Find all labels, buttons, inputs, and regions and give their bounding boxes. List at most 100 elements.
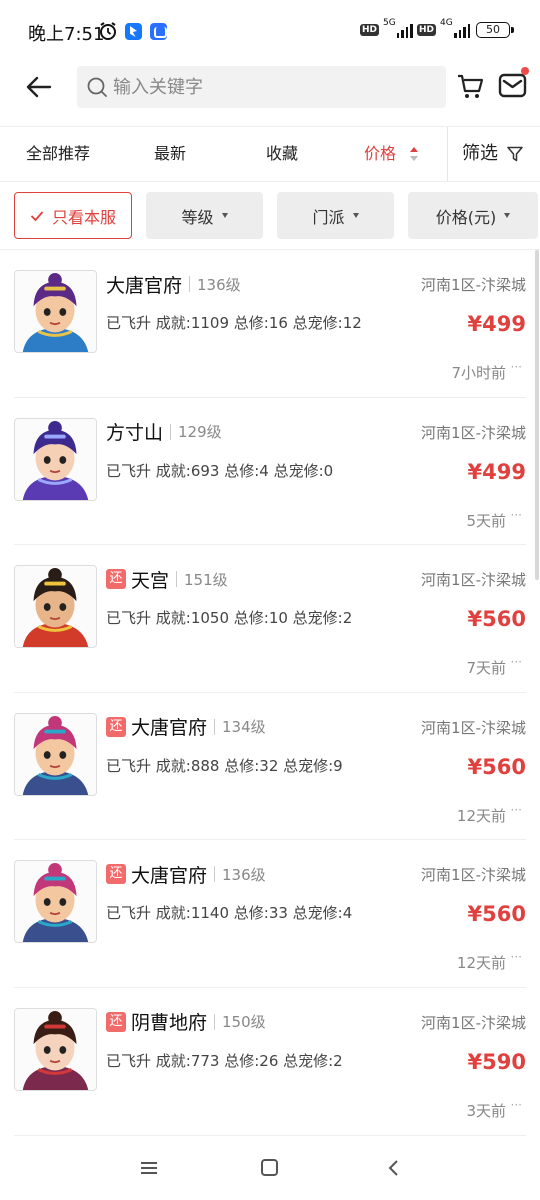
dropdown-caret-icon <box>504 213 511 218</box>
more-icon[interactable]: ··· <box>511 950 522 964</box>
more-icon[interactable]: ··· <box>511 655 522 669</box>
signal-icon: 5G <box>382 18 413 40</box>
character-avatar <box>14 270 97 353</box>
notification-dot <box>521 67 529 75</box>
listing-title: 还 大唐官府 136级 <box>106 861 266 887</box>
stats-text: 已飞升 成就:773 总修:26 总宠修:2 <box>106 1051 343 1070</box>
listing-title: 还 天宫 151级 <box>106 566 228 592</box>
signal-icon: 4G <box>440 18 470 40</box>
listed-time: 12天前 <box>456 954 506 973</box>
character-avatar <box>14 1007 97 1091</box>
sort-arrows-icon[interactable] <box>409 145 419 163</box>
level-text: 136级 <box>222 865 266 884</box>
tab-price[interactable]: 价格 <box>364 127 396 181</box>
more-icon[interactable]: ··· <box>511 1098 522 1112</box>
level-dropdown[interactable]: 等级 <box>146 192 263 239</box>
filter-button[interactable]: 筛选 <box>462 127 498 181</box>
app-notification-icon <box>125 23 142 40</box>
server-name: 河南1区-汴梁城 <box>421 718 526 737</box>
scrollbar[interactable] <box>535 250 539 580</box>
server-name: 河南1区-汴梁城 <box>421 1013 526 1032</box>
return-badge: 还 <box>106 864 126 885</box>
character-avatar <box>14 860 97 944</box>
price-dropdown-label: 价格(元) <box>435 207 497 227</box>
server-name: 河南1区-汴梁城 <box>421 423 526 442</box>
back-arrow-icon[interactable] <box>24 72 54 102</box>
level-text: 150级 <box>222 1013 266 1032</box>
tab-recommend[interactable]: 全部推荐 <box>26 127 90 181</box>
listing-item[interactable]: 还 天宫 151级 河南1区-汴梁城 已飞升 成就:1050 总修:10 总宠修… <box>14 545 526 693</box>
server-name: 河南1区-汴梁城 <box>421 571 526 590</box>
dropdown-caret-icon <box>221 213 228 218</box>
school-dropdown[interactable]: 门派 <box>277 192 394 239</box>
price: ¥560 <box>467 607 526 632</box>
level-text: 129级 <box>178 423 222 442</box>
divider <box>214 718 216 735</box>
level-text: 151级 <box>184 570 228 589</box>
price: ¥590 <box>467 1049 526 1074</box>
character-portrait-icon <box>15 418 96 500</box>
app-notification-icon <box>150 23 167 40</box>
listing-item[interactable]: 还 大唐官府 136级 河南1区-汴梁城 已飞升 成就:1140 总修:33 总… <box>14 840 526 988</box>
level-text: 136级 <box>197 275 241 294</box>
menu-icon[interactable] <box>140 1161 158 1175</box>
character-portrait-icon <box>15 713 96 795</box>
character-avatar <box>14 565 97 649</box>
stats-text: 已飞升 成就:1109 总修:16 总宠修:12 <box>106 314 362 332</box>
back-icon[interactable] <box>386 1159 400 1177</box>
status-bar: 晚上7:51 HD 5G HD 4G 50 <box>0 0 540 62</box>
character-portrait-icon <box>15 861 96 943</box>
listing-item[interactable]: 大唐官府 136级 河南1区-汴梁城 已飞升 成就:1109 总修:16 总宠修… <box>14 250 526 398</box>
divider <box>214 1013 216 1030</box>
character-avatar <box>14 712 97 796</box>
listed-time: 12天前 <box>456 806 506 825</box>
price: ¥499 <box>467 312 526 336</box>
more-icon[interactable]: ··· <box>511 360 522 374</box>
battery-icon: 50 <box>476 22 514 38</box>
character-portrait-icon <box>15 271 96 352</box>
sect-name: 大唐官府 <box>131 717 208 740</box>
character-avatar <box>14 417 97 501</box>
server-only-toggle[interactable]: 只看本服 <box>14 192 132 239</box>
stats-text: 已飞升 成就:693 总修:4 总宠修:0 <box>106 461 334 480</box>
server-name: 河南1区-汴梁城 <box>421 276 526 294</box>
listing-item[interactable]: 方寸山 129级 河南1区-汴梁城 已飞升 成就:693 总修:4 总宠修:0 … <box>14 398 526 546</box>
cart-icon[interactable] <box>456 72 484 100</box>
search-icon <box>87 77 107 97</box>
network-type: 5G <box>382 18 396 28</box>
sect-name: 方寸山 <box>106 422 164 445</box>
tab-latest[interactable]: 最新 <box>154 127 186 181</box>
listed-time: 7小时前 <box>451 364 506 382</box>
listing-item[interactable]: 还 大唐官府 134级 河南1区-汴梁城 已飞升 成就:888 总修:32 总宠… <box>14 693 526 841</box>
character-portrait-icon <box>15 566 96 648</box>
price: ¥560 <box>467 754 526 779</box>
listed-time: 5天前 <box>466 511 506 530</box>
listing-item[interactable]: 还 阴曹地府 150级 河南1区-汴梁城 已飞升 成就:773 总修:26 总宠… <box>14 988 526 1136</box>
level-dropdown-label: 等级 <box>181 207 214 227</box>
more-icon[interactable]: ··· <box>511 508 522 522</box>
hd-icon: HD <box>359 24 379 36</box>
level-text: 134级 <box>222 718 266 737</box>
search-input[interactable] <box>113 66 433 108</box>
listing-title: 还 阴曹地府 150级 <box>106 1009 266 1035</box>
search-header <box>0 62 540 126</box>
filter-funnel-icon[interactable] <box>507 146 523 162</box>
listed-time: 7天前 <box>466 659 506 678</box>
listing-list: 大唐官府 136级 河南1区-汴梁城 已飞升 成就:1109 总修:16 总宠修… <box>0 250 540 1136</box>
search-box[interactable] <box>77 66 446 108</box>
server-only-label: 只看本服 <box>51 207 116 227</box>
home-icon[interactable] <box>261 1159 278 1176</box>
server-name: 河南1区-汴梁城 <box>421 866 526 885</box>
character-portrait-icon <box>15 1008 96 1090</box>
listing-title: 方寸山 129级 <box>106 419 222 445</box>
tab-favorites[interactable]: 收藏 <box>266 127 298 181</box>
stats-text: 已飞升 成就:1140 总修:33 总宠修:4 <box>106 904 353 923</box>
sect-name: 大唐官府 <box>106 274 183 297</box>
more-icon[interactable]: ··· <box>511 803 522 817</box>
hd-icon: HD <box>416 24 436 36</box>
sect-name: 天宫 <box>131 569 170 592</box>
divider <box>447 127 448 181</box>
divider <box>176 571 178 588</box>
divider <box>189 276 191 292</box>
price-dropdown[interactable]: 价格(元) <box>408 192 538 239</box>
